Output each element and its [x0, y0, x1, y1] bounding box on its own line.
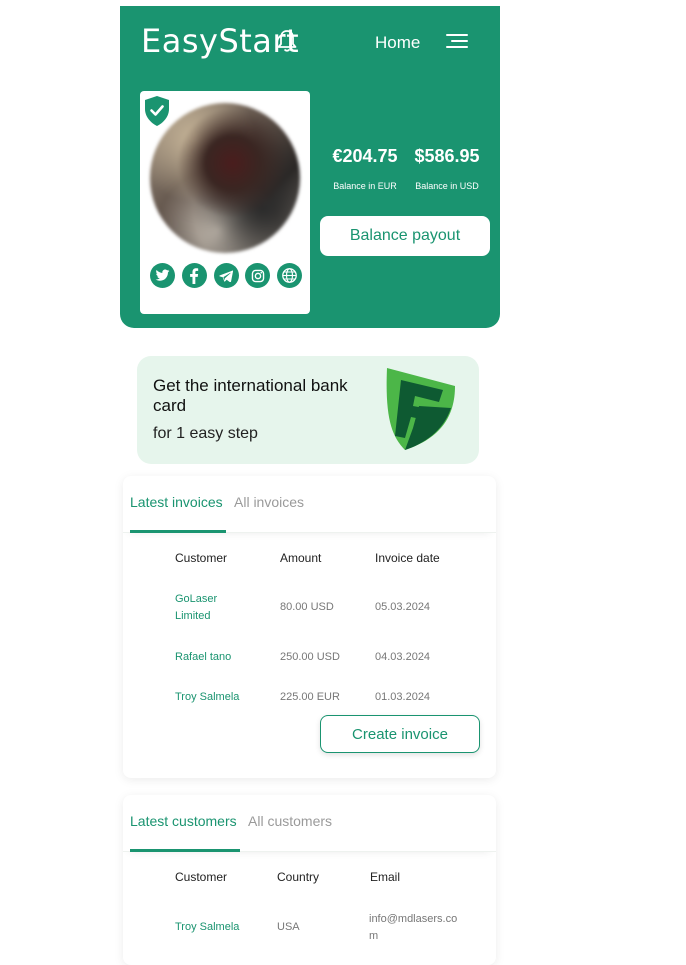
active-tab-indicator	[130, 849, 240, 852]
column-header-amount[interactable]: Amount	[280, 551, 321, 565]
bank-card-promo[interactable]: Get the international bank card for 1 ea…	[137, 356, 479, 464]
customers-panel: Latest customers All customers Customer …	[123, 795, 496, 965]
invoice-amount: 225.00 EUR	[280, 691, 340, 703]
column-header-country[interactable]: Country	[277, 870, 319, 884]
balance-payout-button[interactable]: Balance payout	[320, 216, 490, 256]
column-header-email[interactable]: Email	[370, 870, 400, 884]
customer-name-link[interactable]: Troy Salmela	[175, 919, 239, 936]
balance-eur-label: Balance in EUR	[333, 181, 397, 191]
profile-card	[140, 91, 310, 314]
promo-title: Get the international bank card	[153, 376, 348, 415]
nav-home-link[interactable]: Home	[375, 33, 420, 53]
invoice-customer-link[interactable]: Troy Salmela	[175, 689, 239, 706]
tab-all-customers[interactable]: All customers	[248, 813, 332, 829]
balance-eur: €204.75 Balance in EUR	[320, 146, 410, 191]
twitter-icon[interactable]	[150, 263, 175, 288]
invoice-customer-link[interactable]: GoLaser Limited	[175, 591, 245, 625]
balance-usd-label: Balance in USD	[415, 181, 479, 191]
bank-shield-logo-icon	[386, 368, 455, 450]
invoice-amount: 250.00 USD	[280, 651, 340, 663]
column-header-customer[interactable]: Customer	[175, 870, 227, 884]
customers-tabs: Latest customers All customers	[123, 795, 496, 852]
globe-icon[interactable]	[277, 263, 302, 288]
tab-latest-customers[interactable]: Latest customers	[130, 813, 237, 829]
promo-subtitle: for 1 easy step	[153, 425, 258, 442]
header-card: EasyStart Home €204.75 Balance in EUR $5…	[120, 6, 500, 328]
bell-icon[interactable]	[276, 28, 298, 54]
column-header-invoice-date[interactable]: Invoice date	[375, 551, 440, 565]
balance-usd: $586.95 Balance in USD	[402, 146, 492, 191]
facebook-icon[interactable]	[181, 263, 207, 288]
create-invoice-button[interactable]: Create invoice	[320, 715, 480, 753]
column-header-customer[interactable]: Customer	[175, 551, 227, 565]
hamburger-menu-icon[interactable]	[445, 32, 469, 50]
avatar[interactable]	[150, 103, 300, 253]
telegram-icon[interactable]	[213, 263, 239, 288]
social-links	[150, 263, 302, 288]
balance-eur-amount: €204.75	[332, 146, 398, 166]
tab-latest-invoices[interactable]: Latest invoices	[130, 494, 223, 510]
invoices-tabs: Latest invoices All invoices	[123, 476, 496, 533]
invoice-customer-link[interactable]: Rafael tano	[175, 649, 231, 666]
instagram-icon[interactable]	[245, 263, 271, 288]
invoice-date: 04.03.2024	[375, 651, 431, 663]
verified-shield-icon	[145, 96, 169, 126]
invoices-panel: Latest invoices All invoices Customer Am…	[123, 476, 496, 778]
invoice-date: 01.03.2024	[375, 691, 431, 703]
tab-all-invoices[interactable]: All invoices	[234, 494, 304, 510]
balance-usd-amount: $586.95	[414, 146, 480, 166]
invoice-date: 05.03.2024	[375, 601, 431, 613]
customer-email[interactable]: info@mdlasers.com	[369, 911, 464, 945]
invoice-amount: 80.00 USD	[280, 601, 334, 613]
customer-country: USA	[277, 921, 300, 933]
active-tab-indicator	[130, 530, 226, 533]
